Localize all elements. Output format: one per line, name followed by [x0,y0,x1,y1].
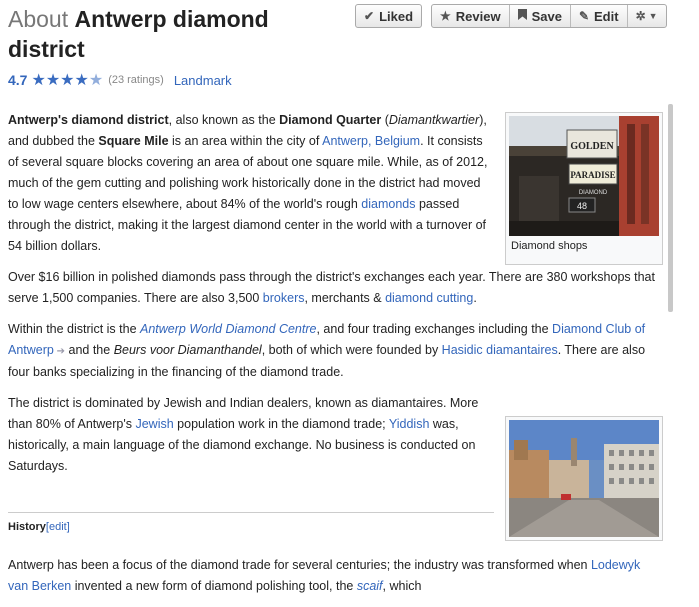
article-content: Antwerp's diamond district, also known a… [8,110,663,487]
text: , and four trading exchanges including t… [316,322,553,336]
text: , merchants & [304,291,386,305]
bold-square-mile: Square Mile [98,134,169,148]
text: ( [381,113,389,127]
text: , which [382,579,422,593]
settings-dropdown-button[interactable]: ✲ ▼ [628,5,666,27]
paragraph-dealers: The district is dominated by Jewish and … [8,393,493,477]
text: , both of which were founded by [261,343,442,357]
save-label: Save [531,8,562,24]
liked-button[interactable]: ✔ Liked [355,4,423,28]
title-prefix: About [8,6,69,32]
text: and the [65,343,114,357]
liked-label: Liked [379,8,414,24]
text: population work in the diamond trade; [173,417,389,431]
place-header: About Antwerp diamond district [8,4,338,64]
section-heading-history: History[edit] [8,512,494,533]
italic-text: Beurs voor Diamanthandel [113,343,262,357]
text: Antwerp has been a focus of the diamond … [8,558,591,572]
link-jewish[interactable]: Jewish [135,417,173,431]
text: , also known as the [168,113,280,127]
bookmark-icon [517,9,527,23]
section-title: History [8,521,46,533]
pencil-icon: ✎ [578,9,590,23]
rating-count: (23 ratings) [108,74,164,86]
link-yiddish[interactable]: Yiddish [389,417,430,431]
text: Within the district is the [8,322,140,336]
gear-icon: ✲ [635,9,646,23]
rating-score: 4.7 [8,72,28,88]
checkmark-icon: ✔ [364,9,375,23]
link-scaif[interactable]: scaif [357,579,383,593]
action-button-group: ★ Review Save ✎ Edit ✲ ▼ [431,4,667,28]
link-diamond-cutting[interactable]: diamond cutting [385,291,473,305]
category-link[interactable]: Landmark [174,73,232,88]
section-edit-link[interactable]: [edit] [46,521,70,533]
review-button[interactable]: ★ Review [432,5,510,27]
bold-diamond-quarter: Diamond Quarter [279,113,382,127]
save-button[interactable]: Save [510,5,571,27]
paragraph-history: Antwerp has been a focus of the diamond … [8,555,658,597]
link-world-diamond-centre[interactable]: Antwerp World Diamond Centre [140,322,316,336]
text: is an area within the city of [168,134,323,148]
page-title: About Antwerp diamond district [8,4,338,64]
review-label: Review [455,8,501,24]
link-brokers[interactable]: brokers [263,291,305,305]
scrollbar[interactable] [668,104,673,312]
external-link-icon: ➔ [53,346,66,357]
link-hasidic-diamantaires[interactable]: Hasidic diamantaires [442,343,558,357]
paragraph-intro: Antwerp's diamond district, also known a… [8,110,493,257]
chevron-down-icon: ▼ [648,11,658,21]
star-rating-icon: ★★★★★ [31,72,104,89]
edit-label: Edit [594,8,619,24]
paragraph-exchanges: Over $16 billion in polished diamonds pa… [8,267,663,309]
italic-text: Diamantkwartier [388,113,480,127]
rating-row: 4.7 ★★★★★ (23 ratings) Landmark [8,70,232,90]
star-icon: ★ [440,9,451,23]
history-content: Antwerp has been a focus of the diamond … [8,555,663,607]
edit-button[interactable]: ✎ Edit [571,5,628,27]
link-antwerp-belgium[interactable]: Antwerp, Belgium [322,134,420,148]
text: invented a new form of diamond polishing… [71,579,357,593]
link-diamonds[interactable]: diamonds [361,197,415,211]
paragraph-institutions: Within the district is the Antwerp World… [8,319,663,383]
text: . [473,291,477,305]
bold-district-name: Antwerp's diamond district [8,113,169,127]
